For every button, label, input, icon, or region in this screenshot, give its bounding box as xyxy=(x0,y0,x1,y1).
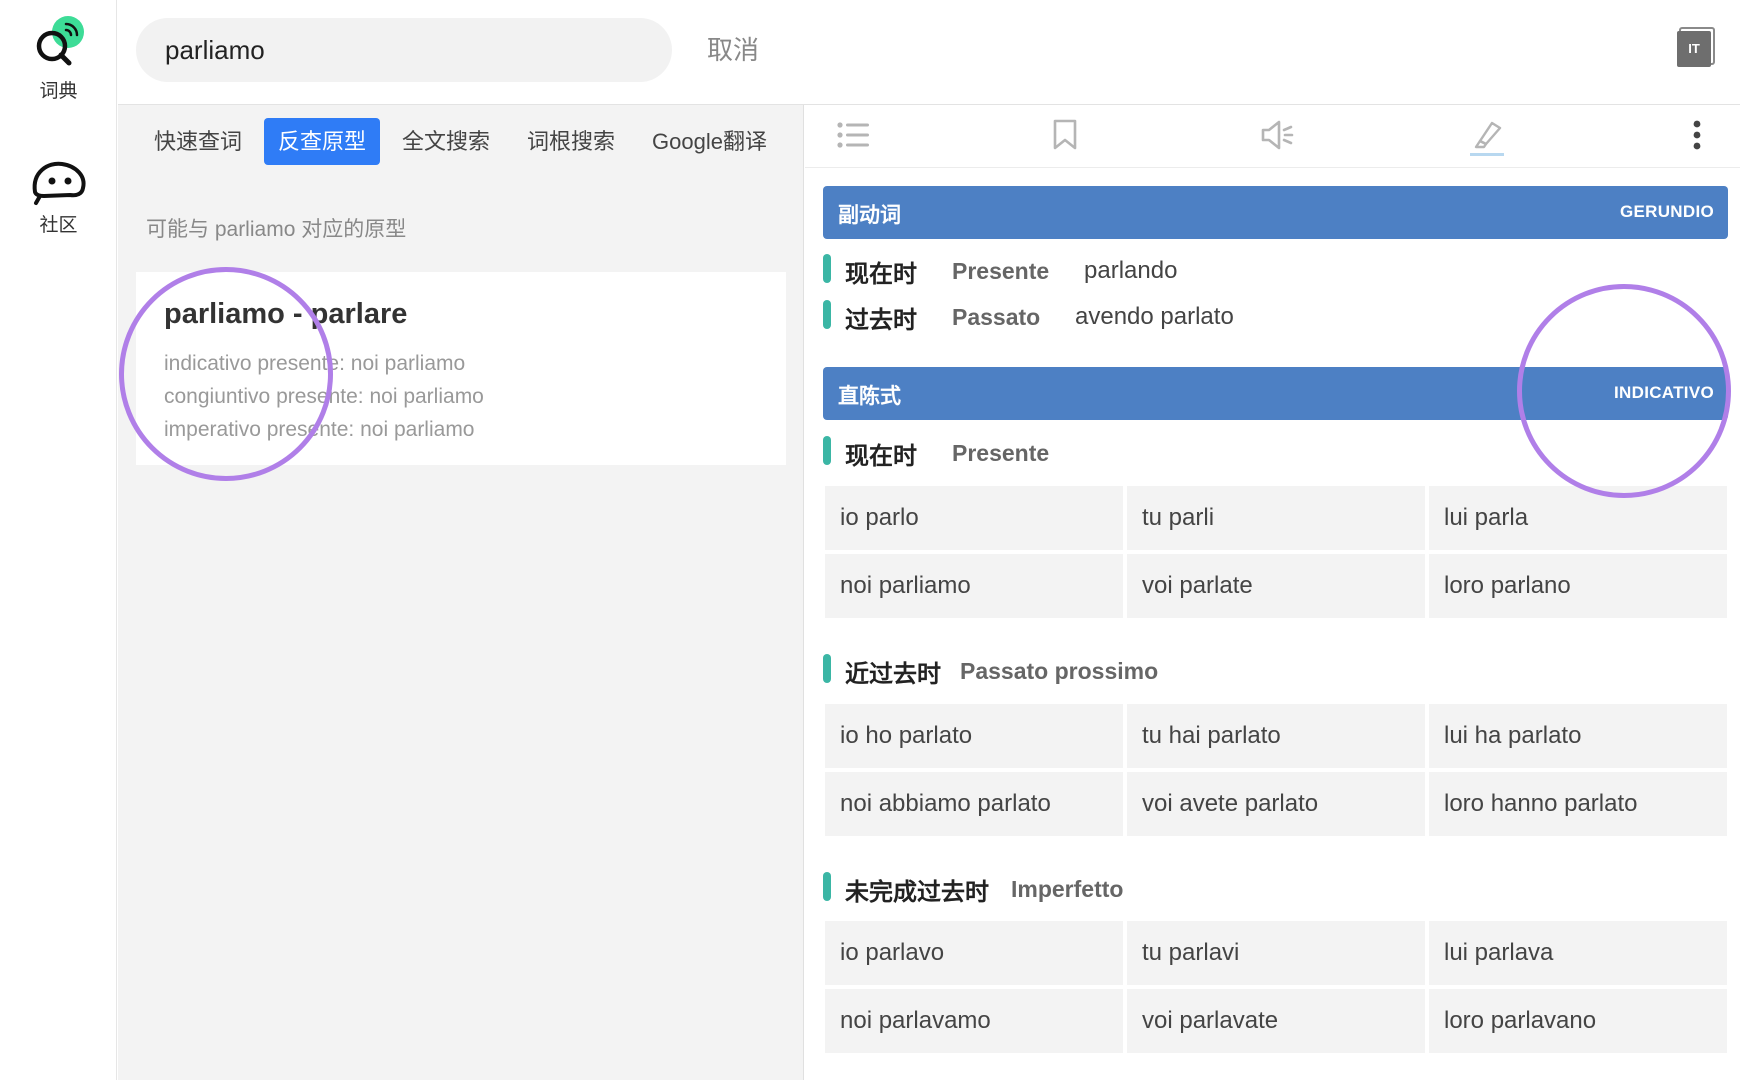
tense-marker xyxy=(823,300,831,329)
conjugation-cell[interactable]: tu parlavi xyxy=(1127,921,1425,985)
section-title-it: GERUNDIO xyxy=(1619,202,1714,221)
tab-fulltext-search[interactable]: 全文搜索 xyxy=(388,118,504,165)
tense-heading: 现在时 Presente xyxy=(823,436,1728,470)
conjugation-cell[interactable]: tu parli xyxy=(1127,486,1425,550)
conjugation-grid: io parlo tu parli lui parla noi parliamo… xyxy=(825,486,1728,618)
result-title: parliamo - parlare xyxy=(164,298,408,330)
conjugation-cell[interactable]: io parlavo xyxy=(825,921,1123,985)
tense-marker xyxy=(823,872,831,901)
conjugation-cell[interactable]: io ho parlato xyxy=(825,704,1123,768)
language-switch-button[interactable]: IT xyxy=(1677,31,1711,67)
results-hint: 可能与 parliamo 对应的原型 xyxy=(146,218,407,241)
cancel-button[interactable]: 取消 xyxy=(707,30,759,67)
gerundio-row: 过去时 Passato avendo parlato xyxy=(823,300,1728,334)
tense-it: Imperfetto xyxy=(1011,876,1124,902)
dictionary-icon xyxy=(36,16,84,66)
sidebar-item-label: 社区 xyxy=(39,215,78,236)
bookmark-icon[interactable] xyxy=(1052,119,1078,151)
tense-zh: 现在时 xyxy=(845,261,917,288)
tense-marker xyxy=(823,654,831,683)
tense-zh: 过去时 xyxy=(845,307,917,334)
tense-it: Presente xyxy=(952,440,1050,466)
search-header: parliamo 取消 IT xyxy=(118,0,1740,105)
conjugation-cell[interactable]: lui ha parlato xyxy=(1429,704,1727,768)
tense-heading: 近过去时 Passato prossimo xyxy=(823,654,1728,688)
tense-it: Passato prossimo xyxy=(960,658,1159,684)
tense-marker xyxy=(823,436,831,465)
conjugation-grid: io parlavo tu parlavi lui parlava noi pa… xyxy=(825,921,1728,1053)
lookup-panel: 快速查词 反查原型 全文搜索 词根搜索 Google翻译 可能与 parliam… xyxy=(118,105,804,1080)
conjugation-grid: io ho parlato tu hai parlato lui ha parl… xyxy=(825,704,1728,836)
tense-marker xyxy=(823,254,831,283)
detail-toolbar xyxy=(805,105,1740,168)
tense-heading: 未完成过去时 Imperfetto xyxy=(823,872,1728,906)
conjugation-cell[interactable]: io parlo xyxy=(825,486,1123,550)
conjugation-cell[interactable]: loro hanno parlato xyxy=(1429,772,1727,836)
sidebar-item-label: 词典 xyxy=(39,81,78,102)
conjugation-cell[interactable]: voi parlavate xyxy=(1127,989,1425,1053)
conjugation-panel: 副动词 GERUNDIO 现在时 Presente parlando 过去时 P… xyxy=(805,105,1740,1080)
tab-root-search[interactable]: 词根搜索 xyxy=(513,118,629,165)
speaker-icon[interactable] xyxy=(1260,119,1294,151)
list-icon[interactable] xyxy=(837,119,871,151)
tense-it: Presente xyxy=(952,258,1050,284)
conjugation-cell[interactable]: noi abbiamo parlato xyxy=(825,772,1123,836)
sidebar-item-dictionary[interactable]: 词典 xyxy=(0,10,117,103)
section-title-zh: 直陈式 xyxy=(838,385,901,408)
section-header-indicativo: 直陈式 INDICATIVO xyxy=(823,367,1728,420)
active-tool-indicator xyxy=(1470,153,1504,156)
conjugation-cell[interactable]: noi parliamo xyxy=(825,554,1123,618)
conjugation-cell[interactable]: voi parlate xyxy=(1127,554,1425,618)
tab-quick-lookup[interactable]: 快速查词 xyxy=(140,118,256,165)
search-input[interactable]: parliamo xyxy=(136,18,672,82)
section-title-it: INDICATIVO xyxy=(1614,383,1714,402)
gerundio-value: parlando xyxy=(1084,257,1178,284)
tab-google-translate[interactable]: Google翻译 xyxy=(638,118,781,165)
gerundio-row: 现在时 Presente parlando xyxy=(823,254,1728,288)
result-card[interactable]: parliamo - parlare indicativo presente: … xyxy=(136,272,786,465)
tense-zh: 未完成过去时 xyxy=(845,879,989,906)
left-rail: 词典 社区 xyxy=(0,0,117,1080)
conjugation-cell[interactable]: voi avete parlato xyxy=(1127,772,1425,836)
section-title-zh: 副动词 xyxy=(838,204,901,227)
tense-it: Passato xyxy=(952,304,1041,330)
search-mode-tabs: 快速查词 反查原型 全文搜索 词根搜索 Google翻译 xyxy=(118,118,804,166)
conjugation-cell[interactable]: tu hai parlato xyxy=(1127,704,1425,768)
community-icon xyxy=(32,161,86,205)
conjugation-cell[interactable]: lui parla xyxy=(1429,486,1727,550)
result-line: indicativo presente: noi parliamo xyxy=(164,352,466,375)
result-line: imperativo presente: noi parliamo xyxy=(164,418,475,441)
tense-zh: 现在时 xyxy=(845,443,917,470)
highlighter-icon[interactable] xyxy=(1470,119,1504,151)
conjugation-cell[interactable]: loro parlavano xyxy=(1429,989,1727,1053)
tense-zh: 近过去时 xyxy=(845,661,941,688)
tab-reverse-lookup[interactable]: 反查原型 xyxy=(264,118,381,165)
conjugation-cell[interactable]: noi parlavamo xyxy=(825,989,1123,1053)
conjugation-cell[interactable]: lui parlava xyxy=(1429,921,1727,985)
sidebar-item-community[interactable]: 社区 xyxy=(0,158,117,237)
conjugation-cell[interactable]: loro parlano xyxy=(1429,554,1727,618)
gerundio-value: avendo parlato xyxy=(1075,303,1234,330)
result-line: congiuntivo presente: noi parliamo xyxy=(164,385,484,408)
section-header-gerundio: 副动词 GERUNDIO xyxy=(823,186,1728,239)
more-icon[interactable] xyxy=(1692,119,1702,151)
